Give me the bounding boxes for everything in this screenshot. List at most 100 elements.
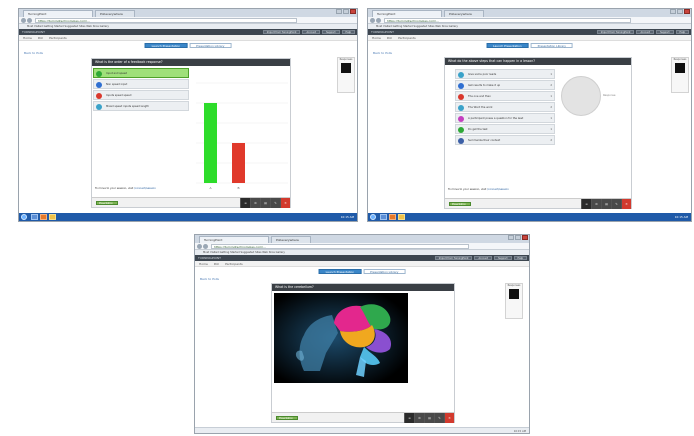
list-item[interactable]: The Word the work 2 [455,102,555,112]
close-icon[interactable]: ✕ [280,198,290,208]
maximize-button[interactable] [343,9,349,14]
close-window-button[interactable] [522,235,528,240]
forward-icon[interactable] [376,18,381,23]
tab-presentation-library[interactable]: Presentation Library [363,269,406,274]
nav-poll[interactable]: Poll [387,36,392,40]
support-button[interactable]: Support [322,30,340,34]
import-button[interactable]: Import from TurningPoint [596,30,635,34]
brain-image [274,293,408,383]
tab-launch-presentation[interactable]: Launch Presentation [318,269,362,274]
response-counter-icon[interactable] [675,63,685,73]
chart-icon[interactable]: ▤ [424,413,434,423]
presentation-button[interactable]: Presentation [276,416,298,420]
presentation-button[interactable]: Presentation [96,201,118,205]
browser-tab-2[interactable]: Polleverywhere [271,236,311,243]
nav-participants[interactable]: Participants [398,36,416,40]
list-item[interactable]: Summarize their context 2 [455,135,555,145]
url-field[interactable]: https://turningtechnologies.com/... [211,244,469,249]
list-item[interactable]: The one and then 1 [455,91,555,101]
menu-icon[interactable]: ≡ [581,199,591,209]
support-button[interactable]: Support [656,30,674,34]
tab-launch-presentation[interactable]: Launch Presentation [144,43,188,48]
browser-tab[interactable]: TurningPoint [23,10,93,17]
maximize-button[interactable] [515,235,521,240]
back-icon[interactable] [21,18,26,23]
support-button[interactable]: Support [494,256,512,260]
browser-tab-2[interactable]: Polleverywhere [95,10,135,17]
folder-icon[interactable] [398,214,405,220]
chart-icon[interactable]: ▤ [601,199,611,209]
back-icon[interactable] [370,18,375,23]
firefox-icon[interactable] [40,214,47,220]
breadcrumb[interactable]: Back to Polls [24,51,43,55]
list-item[interactable]: Do get the test 1 [455,124,555,134]
forward-icon[interactable] [27,18,32,23]
nav-poll[interactable]: Poll [214,262,219,266]
forward-icon[interactable] [203,244,208,249]
results-pie-placeholder [561,76,601,116]
chart-icon[interactable]: ▤ [260,198,270,208]
nav-participants[interactable]: Participants [225,262,243,266]
minimize-button[interactable] [336,9,342,14]
start-button[interactable] [21,214,27,220]
folder-icon[interactable] [49,214,56,220]
explorer-icon[interactable] [380,214,387,220]
session-link[interactable]: /connect/session [487,188,509,191]
response-counter-icon[interactable] [341,63,351,73]
menu-icon[interactable]: ≡ [404,413,414,423]
firefox-icon[interactable] [389,214,396,220]
tab-presentation-library[interactable]: Presentation Library [530,43,573,48]
nav-home[interactable]: Home [199,262,208,266]
account-button[interactable]: Account [474,256,493,260]
breadcrumb[interactable]: Back to Polls [373,51,392,55]
url-field[interactable]: https://turningtechnologies.com/... [384,18,631,23]
list-item[interactable]: Inputs speed speed [93,90,189,100]
browser-tab-2[interactable]: Polleverywhere [444,10,484,17]
browser-tab[interactable]: TurningPoint [372,10,442,17]
help-button[interactable]: Help [513,256,527,260]
gear-icon[interactable]: ⚙ [414,413,424,423]
maximize-button[interactable] [677,9,683,14]
session-link[interactable]: /connect/session [134,187,156,190]
mode-tabs: Launch Presentation Presentation Library [144,43,232,48]
import-button[interactable]: Import from TurningPoint [262,30,301,34]
nav-participants[interactable]: Participants [49,36,67,40]
back-icon[interactable] [197,244,202,249]
start-button[interactable] [370,214,376,220]
nav-buttons [21,18,33,23]
nav-home[interactable]: Home [23,36,32,40]
explorer-icon[interactable] [31,214,38,220]
list-item[interactable]: A participant poses a question for the l… [455,113,555,123]
account-button[interactable]: Account [636,30,655,34]
list-item[interactable]: Mixed speed inputs speed length [93,101,189,111]
import-button[interactable]: Import from TurningPoint [434,256,473,260]
url-field[interactable]: https://turningtechnologies.com/... [35,18,297,23]
list-item[interactable]: Give some poor leads 1 [455,69,555,79]
minimize-button[interactable] [670,9,676,14]
pen-icon[interactable]: ✎ [611,199,621,209]
help-button[interactable]: Help [341,30,355,34]
minimize-button[interactable] [508,235,514,240]
help-button[interactable]: Help [675,30,689,34]
list-item[interactable]: Non speed input [93,79,189,89]
tab-presentation-library[interactable]: Presentation Library [189,43,232,48]
close-window-button[interactable] [350,9,356,14]
pen-icon[interactable]: ✎ [434,413,444,423]
breadcrumb[interactable]: Back to Polls [200,277,219,281]
menu-icon[interactable]: ≡ [240,198,250,208]
tab-launch-presentation[interactable]: Launch Presentation [486,43,529,48]
browser-tab[interactable]: TurningPoint [199,236,269,243]
list-item[interactable]: Input and speed [93,68,189,78]
gear-icon[interactable]: ⚙ [250,198,260,208]
account-button[interactable]: Account [302,30,321,34]
close-icon[interactable]: ✕ [621,199,631,209]
nav-poll[interactable]: Poll [38,36,43,40]
gear-icon[interactable]: ⚙ [591,199,601,209]
response-counter-icon[interactable] [509,289,519,299]
close-icon[interactable]: ✕ [444,413,454,423]
list-item[interactable]: Get results to make it up 2 [455,80,555,90]
presentation-button[interactable]: Presentation [449,202,471,206]
close-window-button[interactable] [684,9,690,14]
pen-icon[interactable]: ✎ [270,198,280,208]
nav-home[interactable]: Home [372,36,381,40]
